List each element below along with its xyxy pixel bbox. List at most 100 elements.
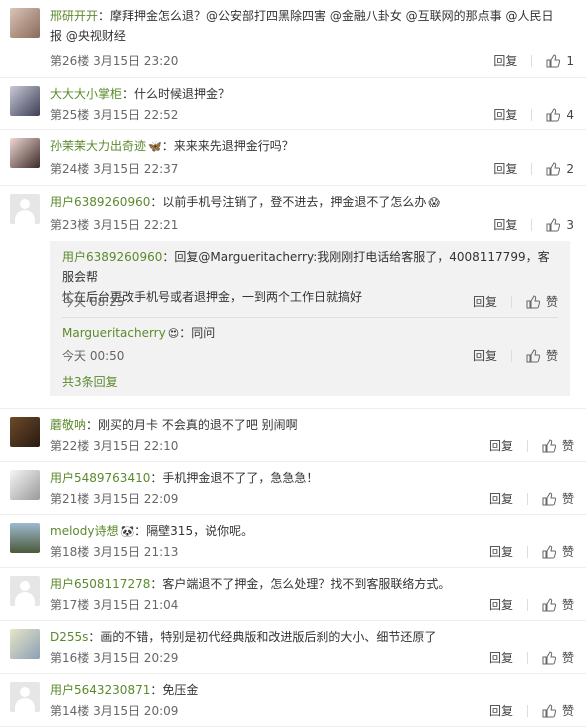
reply-button[interactable]: 回复 [473, 293, 497, 310]
reply-button[interactable]: 回复 [489, 702, 513, 719]
avatar[interactable] [10, 86, 40, 116]
thumbs-up-icon[interactable] [526, 294, 540, 309]
like-button[interactable]: 赞 [562, 702, 574, 719]
comment-floor-time: 第16楼 3月15日 20:29 [50, 651, 179, 665]
divider [526, 439, 528, 452]
default-avatar-icon[interactable] [10, 576, 40, 606]
thumbs-up-icon[interactable] [542, 650, 556, 665]
thumbs-up-icon[interactable] [546, 53, 561, 68]
comment-item: 邢研开开：摩拜押金怎么退？@公安部打四黑除四害 @金融八卦女 @互联网的那点事 … [0, 0, 586, 78]
comment-actions: 回复 3 [493, 216, 574, 233]
thumbs-up-icon[interactable] [546, 107, 561, 122]
comment-username[interactable]: 用户5643230871 [50, 683, 150, 697]
comment-text: ：摩拜押金怎么退？@公安部打四黑除四害 @金融八卦女 @互联网的那点事 @人民日 [98, 9, 554, 23]
thumbs-up-icon[interactable] [542, 597, 556, 612]
reply-button[interactable]: 回复 [489, 596, 513, 613]
comment-item: melody诗想 🐼：隔壁315，说你呢。 第18楼 3月15日 21:13 回复… [0, 515, 586, 568]
comment-content: 孙茉茉大力出奇迹 🦋：来来来先退押金行吗？ [50, 136, 574, 157]
thumbs-up-icon[interactable] [546, 217, 561, 232]
comment-content: 用户6508117278：客户端退不了押金，怎么处理？找不到客服联络方式。 [50, 574, 574, 594]
comment-username[interactable]: 孙茉茉大力出奇迹 [50, 139, 146, 153]
scream-emoji-icon: 😱 [428, 196, 440, 209]
reply-username[interactable]: 用户6389260960 [62, 250, 162, 264]
thumbs-up-icon[interactable] [526, 348, 540, 363]
comment-username[interactable]: D255s [50, 630, 88, 644]
reply-button[interactable]: 回复 [489, 437, 513, 454]
thumbs-up-icon[interactable] [546, 161, 561, 176]
like-button[interactable]: 赞 [562, 490, 574, 507]
avatar[interactable] [10, 138, 40, 168]
comment-actions: 回复 赞 [489, 649, 574, 666]
default-avatar-icon[interactable] [10, 194, 40, 224]
thumbs-up-icon[interactable] [542, 544, 556, 559]
divider [526, 598, 528, 611]
like-button[interactable]: 赞 [562, 543, 574, 560]
comment-item: 用户5643230871：免压金 第14楼 3月15日 20:09 回复 赞 [0, 674, 586, 727]
comment-floor-time: 第24楼 3月15日 22:37 [50, 162, 179, 176]
reply-text: ：同问 [179, 326, 216, 340]
divider [531, 218, 533, 231]
reply-button[interactable]: 回复 [493, 160, 517, 177]
divider [62, 317, 558, 318]
comment-text: ：客户端退不了押金，怎么处理？找不到客服联络方式。 [150, 577, 451, 591]
like-button[interactable]: 赞 [562, 437, 574, 454]
comment-floor-time: 第21楼 3月15日 22:09 [50, 492, 179, 506]
like-button[interactable]: 赞 [546, 347, 558, 364]
comment-floor-time: 第23楼 3月15日 22:21 [50, 218, 179, 232]
like-button[interactable]: 赞 [562, 596, 574, 613]
reply-button[interactable]: 回复 [489, 649, 513, 666]
comment-username[interactable]: 邢研开开 [50, 9, 98, 23]
reply-button[interactable]: 回复 [473, 347, 497, 364]
comment-content: 用户6389260960：以前手机号注销了，登不进去，押金退不了怎么办 😱 [50, 192, 574, 213]
thumbs-up-icon[interactable] [542, 491, 556, 506]
panda-icon: 🐼 [120, 525, 135, 538]
comment-text: ：画的不错，特别是初代经典版和改进版后刹的大小、细节还原了 [88, 630, 437, 644]
avatar[interactable] [10, 629, 40, 659]
reply-actions: 回复 赞 [473, 293, 558, 310]
divider [526, 651, 528, 664]
reply-button[interactable]: 回复 [493, 52, 517, 69]
comment-username[interactable]: 大大大小掌柜 [50, 87, 122, 101]
comment-item: 用户6389260960：以前手机号注销了，登不进去，押金退不了怎么办 😱 第23… [0, 186, 586, 409]
thumbs-up-icon[interactable] [542, 438, 556, 453]
more-replies-link[interactable]: 共3条回复 [62, 373, 118, 390]
comment-item: 用户6508117278：客户端退不了押金，怎么处理？找不到客服联络方式。 第1… [0, 568, 586, 621]
comment-actions: 回复 赞 [489, 437, 574, 454]
comment-floor-time: 第18楼 3月15日 21:13 [50, 545, 179, 559]
avatar[interactable] [10, 417, 40, 447]
comment-content: 邢研开开：摩拜押金怎么退？@公安部打四黑除四害 @金融八卦女 @互联网的那点事 … [50, 6, 574, 46]
comment-floor-time: 第25楼 3月15日 22:52 [50, 108, 179, 122]
default-avatar-icon[interactable] [10, 682, 40, 712]
reply-button[interactable]: 回复 [493, 106, 517, 123]
like-button[interactable]: 赞 [562, 649, 574, 666]
comment-text: ：手机押金退不了了，急急急！ [150, 471, 319, 485]
comment-item: 用户5489763410：手机押金退不了了，急急急！ 第21楼 3月15日 22… [0, 462, 586, 515]
comment-actions: 回复 4 [493, 106, 574, 123]
reply-button[interactable]: 回复 [489, 543, 513, 560]
comment-text: ：刚买的月卡 不会真的退不了吧 别闹啊 [86, 418, 298, 432]
like-count: 4 [566, 107, 574, 122]
comment-floor-time: 第14楼 3月15日 20:09 [50, 704, 179, 718]
comment-username[interactable]: 蘑敬呐 [50, 418, 86, 432]
comment-item: 大大大小掌柜：什么时候退押金？ 第25楼 3月15日 22:52 回复 4 [0, 78, 586, 130]
comment-content: D255s：画的不错，特别是初代经典版和改进版后刹的大小、细节还原了 [50, 627, 574, 647]
avatar[interactable] [10, 8, 40, 38]
comment-username[interactable]: 用户6508117278 [50, 577, 150, 591]
avatar[interactable] [10, 470, 40, 500]
comment-actions: 回复 赞 [489, 543, 574, 560]
comment-actions: 回复 赞 [489, 596, 574, 613]
reply-button[interactable]: 回复 [493, 216, 517, 233]
reply-button[interactable]: 回复 [489, 490, 513, 507]
reply-username[interactable]: Margueritacherry [62, 326, 166, 340]
comment-username[interactable]: 用户6389260960 [50, 195, 150, 209]
comment-text: ：什么时候退押金？ [122, 87, 231, 101]
comment-text: ：以前手机号注销了，登不进去，押金退不了怎么办 [150, 195, 427, 209]
like-button[interactable]: 赞 [546, 293, 558, 310]
divider [510, 295, 512, 308]
like-count: 2 [566, 161, 574, 176]
comment-username[interactable]: 用户5489763410 [50, 471, 150, 485]
comment-text: ：来来来先退押金行吗？ [161, 139, 294, 153]
avatar[interactable] [10, 523, 40, 553]
thumbs-up-icon[interactable] [542, 703, 556, 718]
comment-username[interactable]: melody诗想 [50, 524, 118, 538]
